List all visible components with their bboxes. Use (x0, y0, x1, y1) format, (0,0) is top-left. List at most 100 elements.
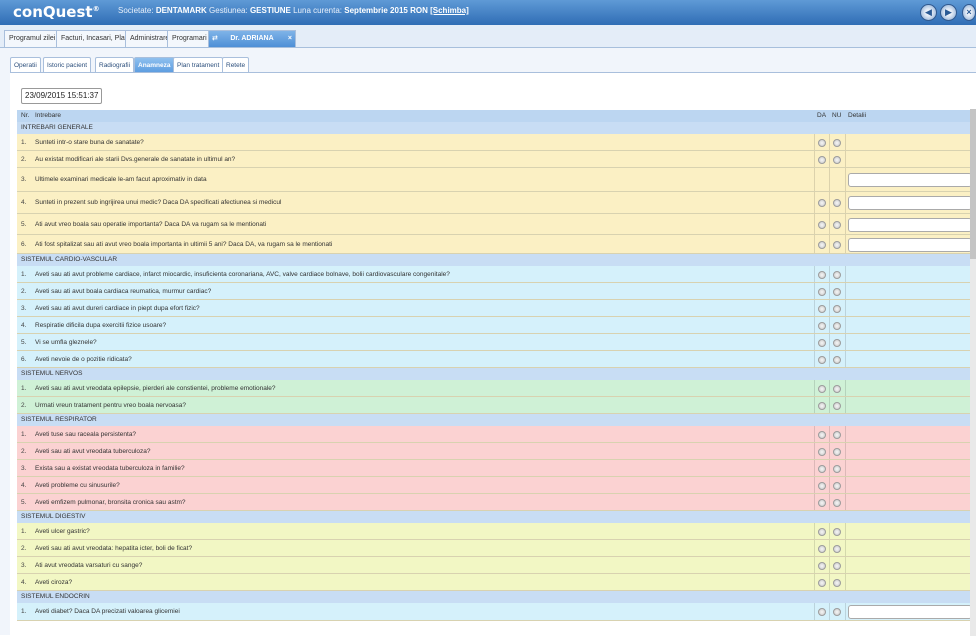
nu-radio[interactable] (833, 356, 841, 364)
close-icon[interactable]: × (962, 4, 976, 21)
question-number: 2. (21, 545, 27, 552)
nu-radio[interactable] (833, 156, 841, 164)
da-cell (814, 214, 830, 234)
da-radio[interactable] (818, 482, 826, 490)
date-field[interactable]: 23/09/2015 15:51:37 (21, 88, 102, 104)
nu-radio[interactable] (833, 431, 841, 439)
back-icon[interactable]: ◀ (920, 4, 937, 21)
change-link[interactable]: [Schimba] (430, 6, 469, 15)
question-row: 6. Aveti nevoie de o pozitie ridicata? (17, 351, 970, 368)
main-tab-bar: Programul zilei Facturi, Incasari, Plati… (0, 25, 976, 48)
da-radio[interactable] (818, 465, 826, 473)
question-row: 1. Aveti sau ati avut probleme cardiace, … (17, 266, 970, 283)
question-row: 3. Ati avut vreodata varsaturi cu sange? (17, 557, 970, 574)
da-radio[interactable] (818, 499, 826, 507)
da-radio[interactable] (818, 241, 826, 249)
question-text: Aveti probleme cu sinusurile? (35, 482, 120, 489)
da-radio[interactable] (818, 271, 826, 279)
question-row: 2. Au existat modificari ale starii Dvs.g… (17, 151, 970, 168)
nu-radio[interactable] (833, 339, 841, 347)
nu-cell (829, 426, 846, 442)
da-radio[interactable] (818, 139, 826, 147)
da-radio[interactable] (818, 156, 826, 164)
detail-input[interactable] (848, 605, 972, 619)
question-number: 1. (21, 139, 27, 146)
da-radio[interactable] (818, 528, 826, 536)
question-row: 4. Aveti probleme cu sinusurile? (17, 477, 970, 494)
tab-doctor[interactable]: ⇄ Dr. ADRIANA × (208, 30, 296, 47)
da-cell (814, 168, 830, 191)
da-radio[interactable] (818, 562, 826, 570)
vertical-scrollbar[interactable] (970, 109, 976, 636)
da-radio[interactable] (818, 356, 826, 364)
tab-facturi[interactable]: Facturi, Incasari, Plati (56, 30, 134, 47)
pin-icon: ⇄ (212, 35, 218, 42)
nu-radio[interactable] (833, 139, 841, 147)
question-number: 4. (21, 579, 27, 586)
da-radio[interactable] (818, 305, 826, 313)
da-radio[interactable] (818, 385, 826, 393)
nu-radio[interactable] (833, 288, 841, 296)
da-cell (814, 317, 830, 333)
da-radio[interactable] (818, 339, 826, 347)
da-radio[interactable] (818, 431, 826, 439)
content-area: Operatii Istoric pacient Radiografii Ana… (0, 48, 976, 636)
question-text: Aveti sau ati avut vreodata: hepatita ic… (35, 545, 193, 552)
app-header: conQuest® Societate: DENTAMARK Gestiunea… (0, 0, 976, 25)
tab-programul-zilei[interactable]: Programul zilei (4, 30, 61, 47)
detail-input[interactable] (848, 218, 972, 232)
forward-icon[interactable]: ▶ (940, 4, 957, 21)
nu-cell (829, 523, 846, 539)
nu-radio[interactable] (833, 199, 841, 207)
nu-radio[interactable] (833, 482, 841, 490)
col-intrebare: Intrebare (35, 112, 62, 119)
anamneza-panel: 23/09/2015 15:51:37 Nr. Intrebare DA NU … (10, 72, 976, 636)
col-detalii: Detalii (848, 112, 867, 119)
da-radio[interactable] (818, 221, 826, 229)
question-number: 2. (21, 156, 27, 163)
da-cell (814, 134, 830, 150)
question-number: 3. (21, 465, 27, 472)
nu-radio[interactable] (833, 322, 841, 330)
nu-radio[interactable] (833, 305, 841, 313)
detail-input[interactable] (848, 238, 972, 252)
detail-input[interactable] (848, 173, 972, 187)
section-header: SISTEMUL CARDIO-VASCULAR (17, 254, 970, 266)
nu-radio[interactable] (833, 608, 841, 616)
nu-radio[interactable] (833, 579, 841, 587)
nu-radio[interactable] (833, 499, 841, 507)
tab-programari[interactable]: Programari (167, 30, 212, 47)
detail-input[interactable] (848, 196, 972, 210)
nu-cell (829, 397, 846, 413)
question-row: 5. Vi se umfla gleznele? (17, 334, 970, 351)
da-radio[interactable] (818, 322, 826, 330)
section-header: SISTEMUL ENDOCRIN (17, 591, 970, 603)
question-text: Aveti sau ati avut dureri cardiace in pi… (35, 305, 200, 312)
scrollbar-thumb[interactable] (970, 109, 976, 259)
col-da: DA (817, 112, 827, 119)
close-tab-icon[interactable]: × (288, 31, 292, 47)
nu-radio[interactable] (833, 465, 841, 473)
tab-doctor-label: Dr. ADRIANA (230, 35, 274, 42)
da-radio[interactable] (818, 608, 826, 616)
question-text: Aveti sau ati avut vreodata epilepsie, p… (35, 385, 276, 392)
nu-radio[interactable] (833, 562, 841, 570)
da-radio[interactable] (818, 545, 826, 553)
nu-radio[interactable] (833, 448, 841, 456)
da-radio[interactable] (818, 448, 826, 456)
da-radio[interactable] (818, 579, 826, 587)
nu-radio[interactable] (833, 385, 841, 393)
da-cell (814, 494, 830, 510)
da-cell (814, 380, 830, 396)
question-text: Aveti sau ati avut probleme cardiace, in… (35, 271, 450, 278)
nu-radio[interactable] (833, 221, 841, 229)
nu-radio[interactable] (833, 545, 841, 553)
nu-radio[interactable] (833, 241, 841, 249)
nu-radio[interactable] (833, 528, 841, 536)
da-radio[interactable] (818, 199, 826, 207)
da-radio[interactable] (818, 288, 826, 296)
nu-radio[interactable] (833, 271, 841, 279)
nu-radio[interactable] (833, 402, 841, 410)
da-radio[interactable] (818, 402, 826, 410)
nu-cell (829, 557, 846, 573)
